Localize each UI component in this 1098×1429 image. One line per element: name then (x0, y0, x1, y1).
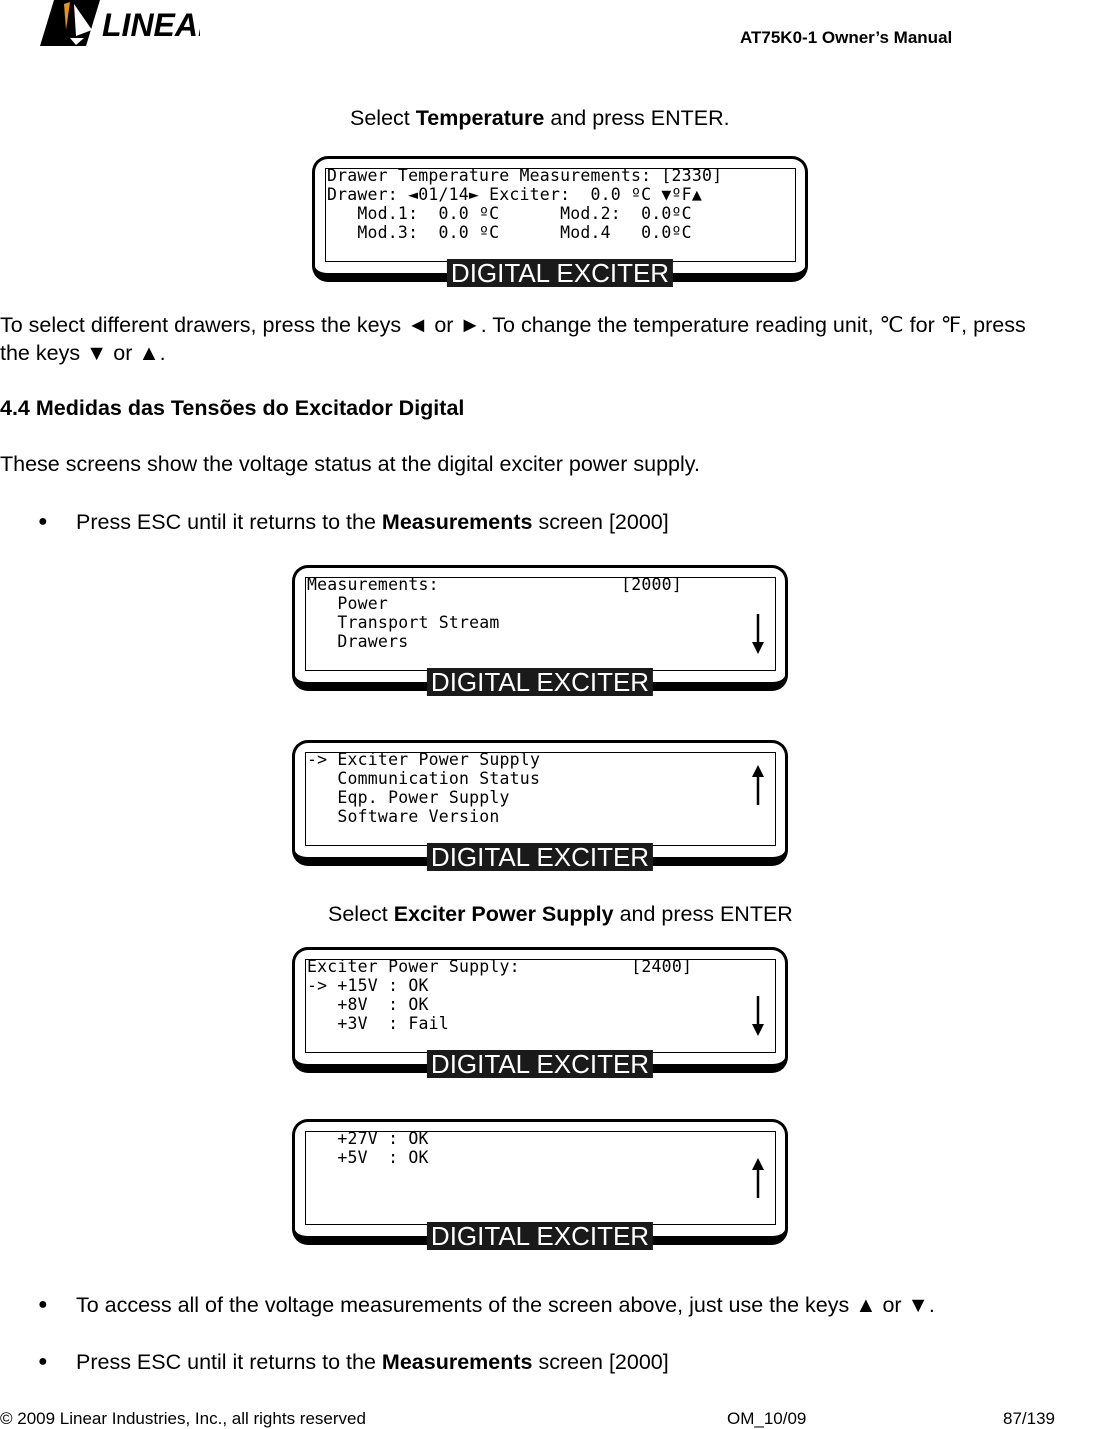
logo: LINEAR (40, 0, 221, 46)
lcd-part: Exciter Power Supply: [2400] (307, 957, 693, 976)
select-text: Select Exciter Power Supply and press EN… (328, 902, 793, 926)
bullet-text: Press ESC until it returns to the Measur… (76, 510, 669, 534)
lcd-part: Drawers (307, 632, 409, 651)
lcd-part: -> Exciter Power Supply (307, 750, 541, 769)
lcd-part: Measurements: [2000] (307, 575, 682, 594)
lcd-label: DIGITAL EXCITER (446, 259, 674, 287)
bullet-icon: ● (38, 513, 48, 530)
arrow-up-icon (752, 765, 764, 805)
lcd-part: -> Exciter Power Supply Communication St… (307, 750, 540, 826)
lcd-part: Eqp. Power Supply (307, 788, 510, 807)
bullet-text: Press ESC until it returns to the Measur… (76, 1350, 669, 1374)
footer-doc-id: OM_10/09 (727, 1409, 807, 1428)
lcd-part: +27V : OK +5V : OK (307, 1129, 429, 1186)
lcd-part: Drawer: ◄01/14► Exciter: 0.0 ºC ▼ºF▲ (327, 185, 702, 204)
lcd-part: Exciter Power Supply: [2400] -> +15V : O… (307, 957, 692, 1033)
paragraph: the keys ▼ or ▲. (0, 341, 166, 365)
lcd-part: -> +15V : OK (307, 976, 429, 995)
footer-page-number: 87/139 (1003, 1409, 1055, 1428)
lcd-menu: -> Exciter Power Supply Communication St… (292, 740, 788, 871)
lcd-part: +3V : Fail (307, 1014, 449, 1033)
paragraph: These screens show the voltage status at… (0, 452, 700, 476)
lcd-part: Mod.3: 0.0 ºC Mod.4 0.0ºC (327, 223, 692, 242)
arrow-down-icon (752, 996, 764, 1036)
intro-text: Select Temperature and press ENTER. (350, 106, 730, 130)
lcd-part (752, 765, 764, 777)
arrow-up-icon (752, 1158, 764, 1198)
lcd-part: Mod.1: 0.0 ºC Mod.2: 0.0ºC (327, 204, 692, 223)
bullet-text: To access all of the voltage measurement… (76, 1293, 935, 1317)
paragraph: To select different drawers, press the k… (0, 313, 1026, 337)
lcd-label: DIGITAL EXCITER (426, 843, 654, 871)
lcd-temperature: Drawer Temperature Measurements: [2330] … (312, 156, 808, 287)
lcd-measurements: Measurements: [2000] Power Transport Str… (292, 565, 788, 696)
lcd-part: Drawer Temperature Measurements: [2330] … (327, 166, 722, 242)
lcd-part (752, 642, 764, 654)
lcd-label: DIGITAL EXCITER (426, 668, 654, 696)
lcd-part: Power (307, 594, 389, 613)
lcd-exciter-power-supply-2: +27V : OK +5V : OK DIGITAL EXCITER (292, 1119, 788, 1250)
lcd-part: Drawer Temperature Measurements: [2330] (327, 166, 723, 185)
lcd-part (752, 1158, 764, 1170)
lcd-label: DIGITAL EXCITER (426, 1050, 654, 1078)
bullet-icon: ● (38, 1353, 48, 1370)
bullet-icon: ● (38, 1296, 48, 1313)
lcd-part: Software Version (307, 807, 500, 826)
manual-title: AT75K0-1 Owner’s Manual (740, 28, 953, 47)
lcd-part: Measurements: [2000] Power Transport Str… (307, 575, 682, 651)
footer-copyright: © 2009 Linear Industries, Inc., all righ… (0, 1409, 366, 1428)
lcd-part: +8V : OK (307, 995, 429, 1014)
lcd-exciter-power-supply: Exciter Power Supply: [2400] -> +15V : O… (292, 947, 788, 1078)
lcd-part (752, 1024, 764, 1036)
svg-text:LINEAR: LINEAR (102, 7, 200, 43)
lcd-part: +27V : OK (307, 1129, 429, 1148)
section-title: 4.4 Medidas das Tensões do Excitador Dig… (0, 396, 465, 420)
lcd-part: Communication Status (307, 769, 541, 788)
lcd-label: DIGITAL EXCITER (426, 1222, 654, 1250)
lcd-part: +5V : OK (307, 1148, 429, 1167)
lcd-part: Transport Stream (307, 613, 500, 632)
arrow-down-icon (752, 614, 764, 654)
